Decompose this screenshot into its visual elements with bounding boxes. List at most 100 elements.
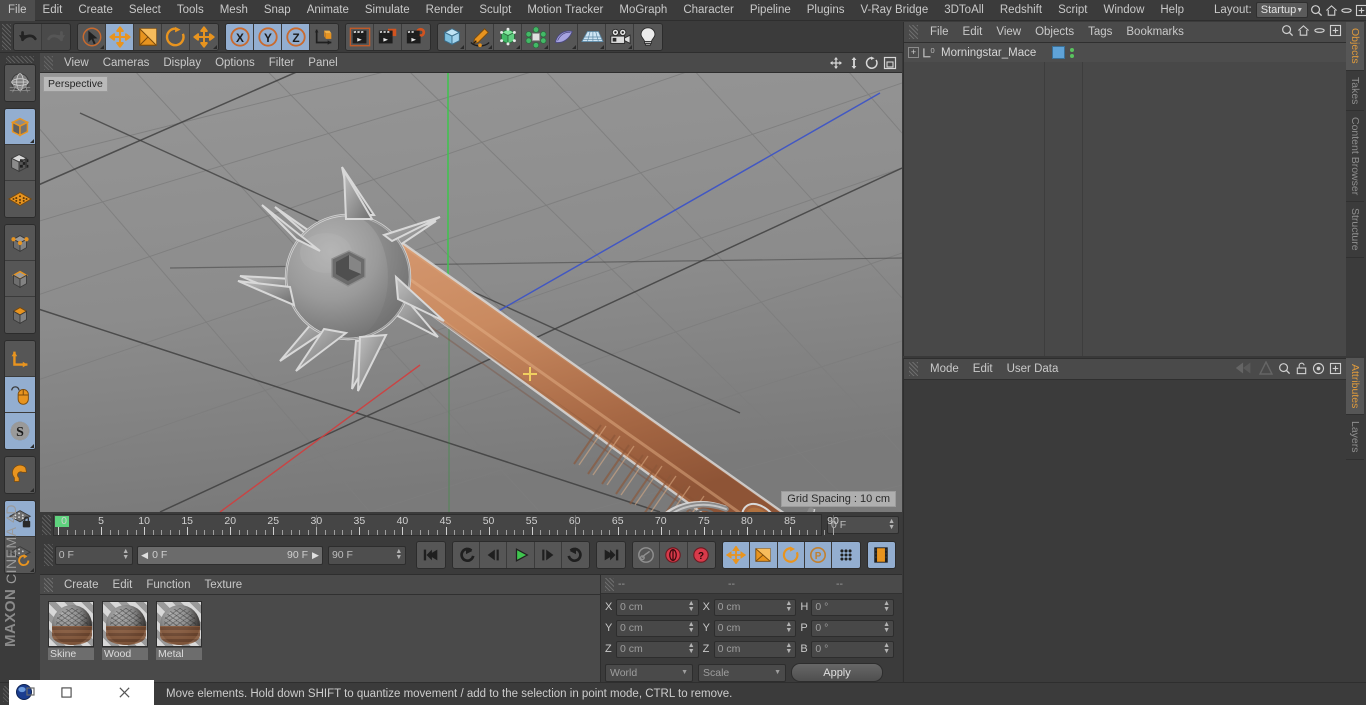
menu-window[interactable]: Window <box>1095 0 1152 21</box>
range-right-arrow-icon[interactable]: ▶ <box>312 550 319 561</box>
spinner-icon[interactable]: ▲ ▼ <box>688 600 695 613</box>
menu-edit[interactable]: Edit <box>35 0 71 21</box>
controls-grip[interactable] <box>44 544 53 566</box>
menu-render[interactable]: Render <box>418 0 472 21</box>
dolly-icon[interactable] <box>846 55 862 71</box>
viewport-menu-view[interactable]: View <box>57 53 96 73</box>
viewport-menu-panel[interactable]: Panel <box>301 53 344 73</box>
object-menu-file[interactable]: File <box>923 22 956 43</box>
soft-selection-icon[interactable]: S <box>5 413 35 449</box>
preview-range-bar[interactable]: ◀ 0 F 90 F ▶ <box>137 545 323 565</box>
viewport-menu-cameras[interactable]: Cameras <box>96 53 157 73</box>
lock-icon[interactable] <box>1295 362 1308 378</box>
material-item[interactable]: Wood <box>102 601 148 676</box>
material-menu-texture[interactable]: Texture <box>197 575 249 595</box>
menu-redshift[interactable]: Redshift <box>992 0 1050 21</box>
size-mode-dropdown[interactable]: Scale ▼ <box>698 663 786 682</box>
material-item[interactable]: Skine <box>48 601 94 676</box>
record-icon[interactable] <box>660 542 688 568</box>
timeline-filmstrip-icon[interactable] <box>867 542 895 568</box>
tab-attributes[interactable]: Attributes <box>1346 358 1364 416</box>
home-icon[interactable] <box>1325 1 1338 19</box>
spinner-icon[interactable]: ▲ ▼ <box>785 600 792 613</box>
menu-select[interactable]: Select <box>121 0 169 21</box>
y-axis-icon[interactable]: Y <box>254 23 282 50</box>
go-to-start-icon[interactable] <box>417 542 445 568</box>
object-menu-view[interactable]: View <box>989 22 1028 43</box>
light-icon[interactable] <box>634 23 662 50</box>
render-picture-viewer-icon[interactable] <box>374 23 402 50</box>
spinner-icon[interactable]: ▲ ▼ <box>785 621 792 634</box>
menu-plugins[interactable]: Plugins <box>799 0 853 21</box>
search-icon[interactable] <box>1278 362 1291 378</box>
play-icon[interactable] <box>507 542 535 568</box>
key-rotation-icon[interactable] <box>777 542 805 568</box>
coord-input-rotation-p[interactable]: 0 ° ▲ ▼ <box>811 619 895 637</box>
home-icon[interactable] <box>1297 24 1310 40</box>
coord-input-position-z[interactable]: 0 cm ▲ ▼ <box>616 640 699 658</box>
menu-pipeline[interactable]: Pipeline <box>742 0 799 21</box>
floor-icon[interactable] <box>578 23 606 50</box>
null-object-icon[interactable]: 0 <box>922 46 937 60</box>
minimize-icon[interactable] <box>1340 1 1353 19</box>
object-menu-objects[interactable]: Objects <box>1028 22 1081 43</box>
attribute-content[interactable] <box>904 380 1346 682</box>
spinner-icon[interactable]: ▲ ▼ <box>883 642 890 655</box>
spinner-icon[interactable]: ▲ ▼ <box>785 642 792 655</box>
object-menu-bookmarks[interactable]: Bookmarks <box>1119 22 1191 43</box>
tab-structure[interactable]: Structure <box>1346 202 1364 258</box>
generator-icon[interactable] <box>494 23 522 50</box>
attribute-menu-user-data[interactable]: User Data <box>1000 359 1066 380</box>
undo-icon[interactable] <box>14 23 42 50</box>
viewport-3d[interactable]: Perspective Grid Spacing : 10 cm <box>40 73 902 512</box>
texture-mode-icon[interactable] <box>5 145 35 181</box>
palette-grip[interactable] <box>6 56 34 63</box>
back-icon[interactable] <box>1234 361 1254 378</box>
viewport-grip[interactable] <box>44 55 53 70</box>
expand-icon[interactable] <box>1329 24 1342 40</box>
redo-icon[interactable] <box>42 23 70 50</box>
attribute-manager-grip[interactable] <box>909 362 918 376</box>
pan-icon[interactable] <box>828 55 844 71</box>
cube-primitive-icon[interactable] <box>438 23 466 50</box>
viewport-menu-filter[interactable]: Filter <box>262 53 302 73</box>
menu-v-ray-bridge[interactable]: V-Ray Bridge <box>852 0 936 21</box>
menu-script[interactable]: Script <box>1050 0 1095 21</box>
target-icon[interactable] <box>1312 362 1325 378</box>
tab-content-browser[interactable]: Content Browser <box>1346 111 1364 203</box>
object-manager-grip[interactable] <box>909 25 918 39</box>
material-grip[interactable] <box>44 577 53 592</box>
apply-button[interactable]: Apply <box>791 663 883 682</box>
menu-tools[interactable]: Tools <box>169 0 212 21</box>
coord-input-size-y[interactable]: 0 cm ▲ ▼ <box>713 619 797 637</box>
step-forward-icon[interactable] <box>534 542 563 568</box>
window-restore-button[interactable] <box>37 687 96 698</box>
workplane-mode-icon[interactable] <box>5 181 35 217</box>
next-key-icon[interactable] <box>562 542 590 568</box>
scene-environment-icon[interactable] <box>550 23 578 50</box>
menu-mesh[interactable]: Mesh <box>212 0 256 21</box>
previous-key-icon[interactable] <box>452 542 481 568</box>
material-item[interactable]: Metal <box>156 601 202 676</box>
menu-3dtoall[interactable]: 3DToAll <box>936 0 992 21</box>
attribute-menu-edit[interactable]: Edit <box>966 359 1000 380</box>
menu-character[interactable]: Character <box>675 0 742 21</box>
spinner-icon[interactable]: ▲ ▼ <box>688 642 695 655</box>
menu-simulate[interactable]: Simulate <box>357 0 418 21</box>
window-close-button[interactable] <box>96 686 155 699</box>
menu-file[interactable]: File <box>0 0 35 21</box>
current-frame-input[interactable]: 0 F ▲ ▼ <box>54 545 134 565</box>
render-view-icon[interactable] <box>346 23 374 50</box>
spinner-icon[interactable]: ▲ ▼ <box>883 621 890 634</box>
enable-axis-icon[interactable] <box>5 341 35 377</box>
material-menu-function[interactable]: Function <box>139 575 197 595</box>
viewport-solo-icon[interactable] <box>5 377 35 413</box>
key-position-icon[interactable] <box>722 542 751 568</box>
menu-snap[interactable]: Snap <box>256 0 299 21</box>
tab-takes[interactable]: Takes <box>1346 70 1364 112</box>
spinner-icon[interactable]: ▲ ▼ <box>122 548 129 561</box>
scale-icon[interactable] <box>134 23 162 50</box>
spinner-icon[interactable]: ▲ ▼ <box>395 548 402 561</box>
object-tree[interactable]: +0 Morningstar_Mace <box>904 43 1346 356</box>
object-menu-edit[interactable]: Edit <box>956 22 990 43</box>
